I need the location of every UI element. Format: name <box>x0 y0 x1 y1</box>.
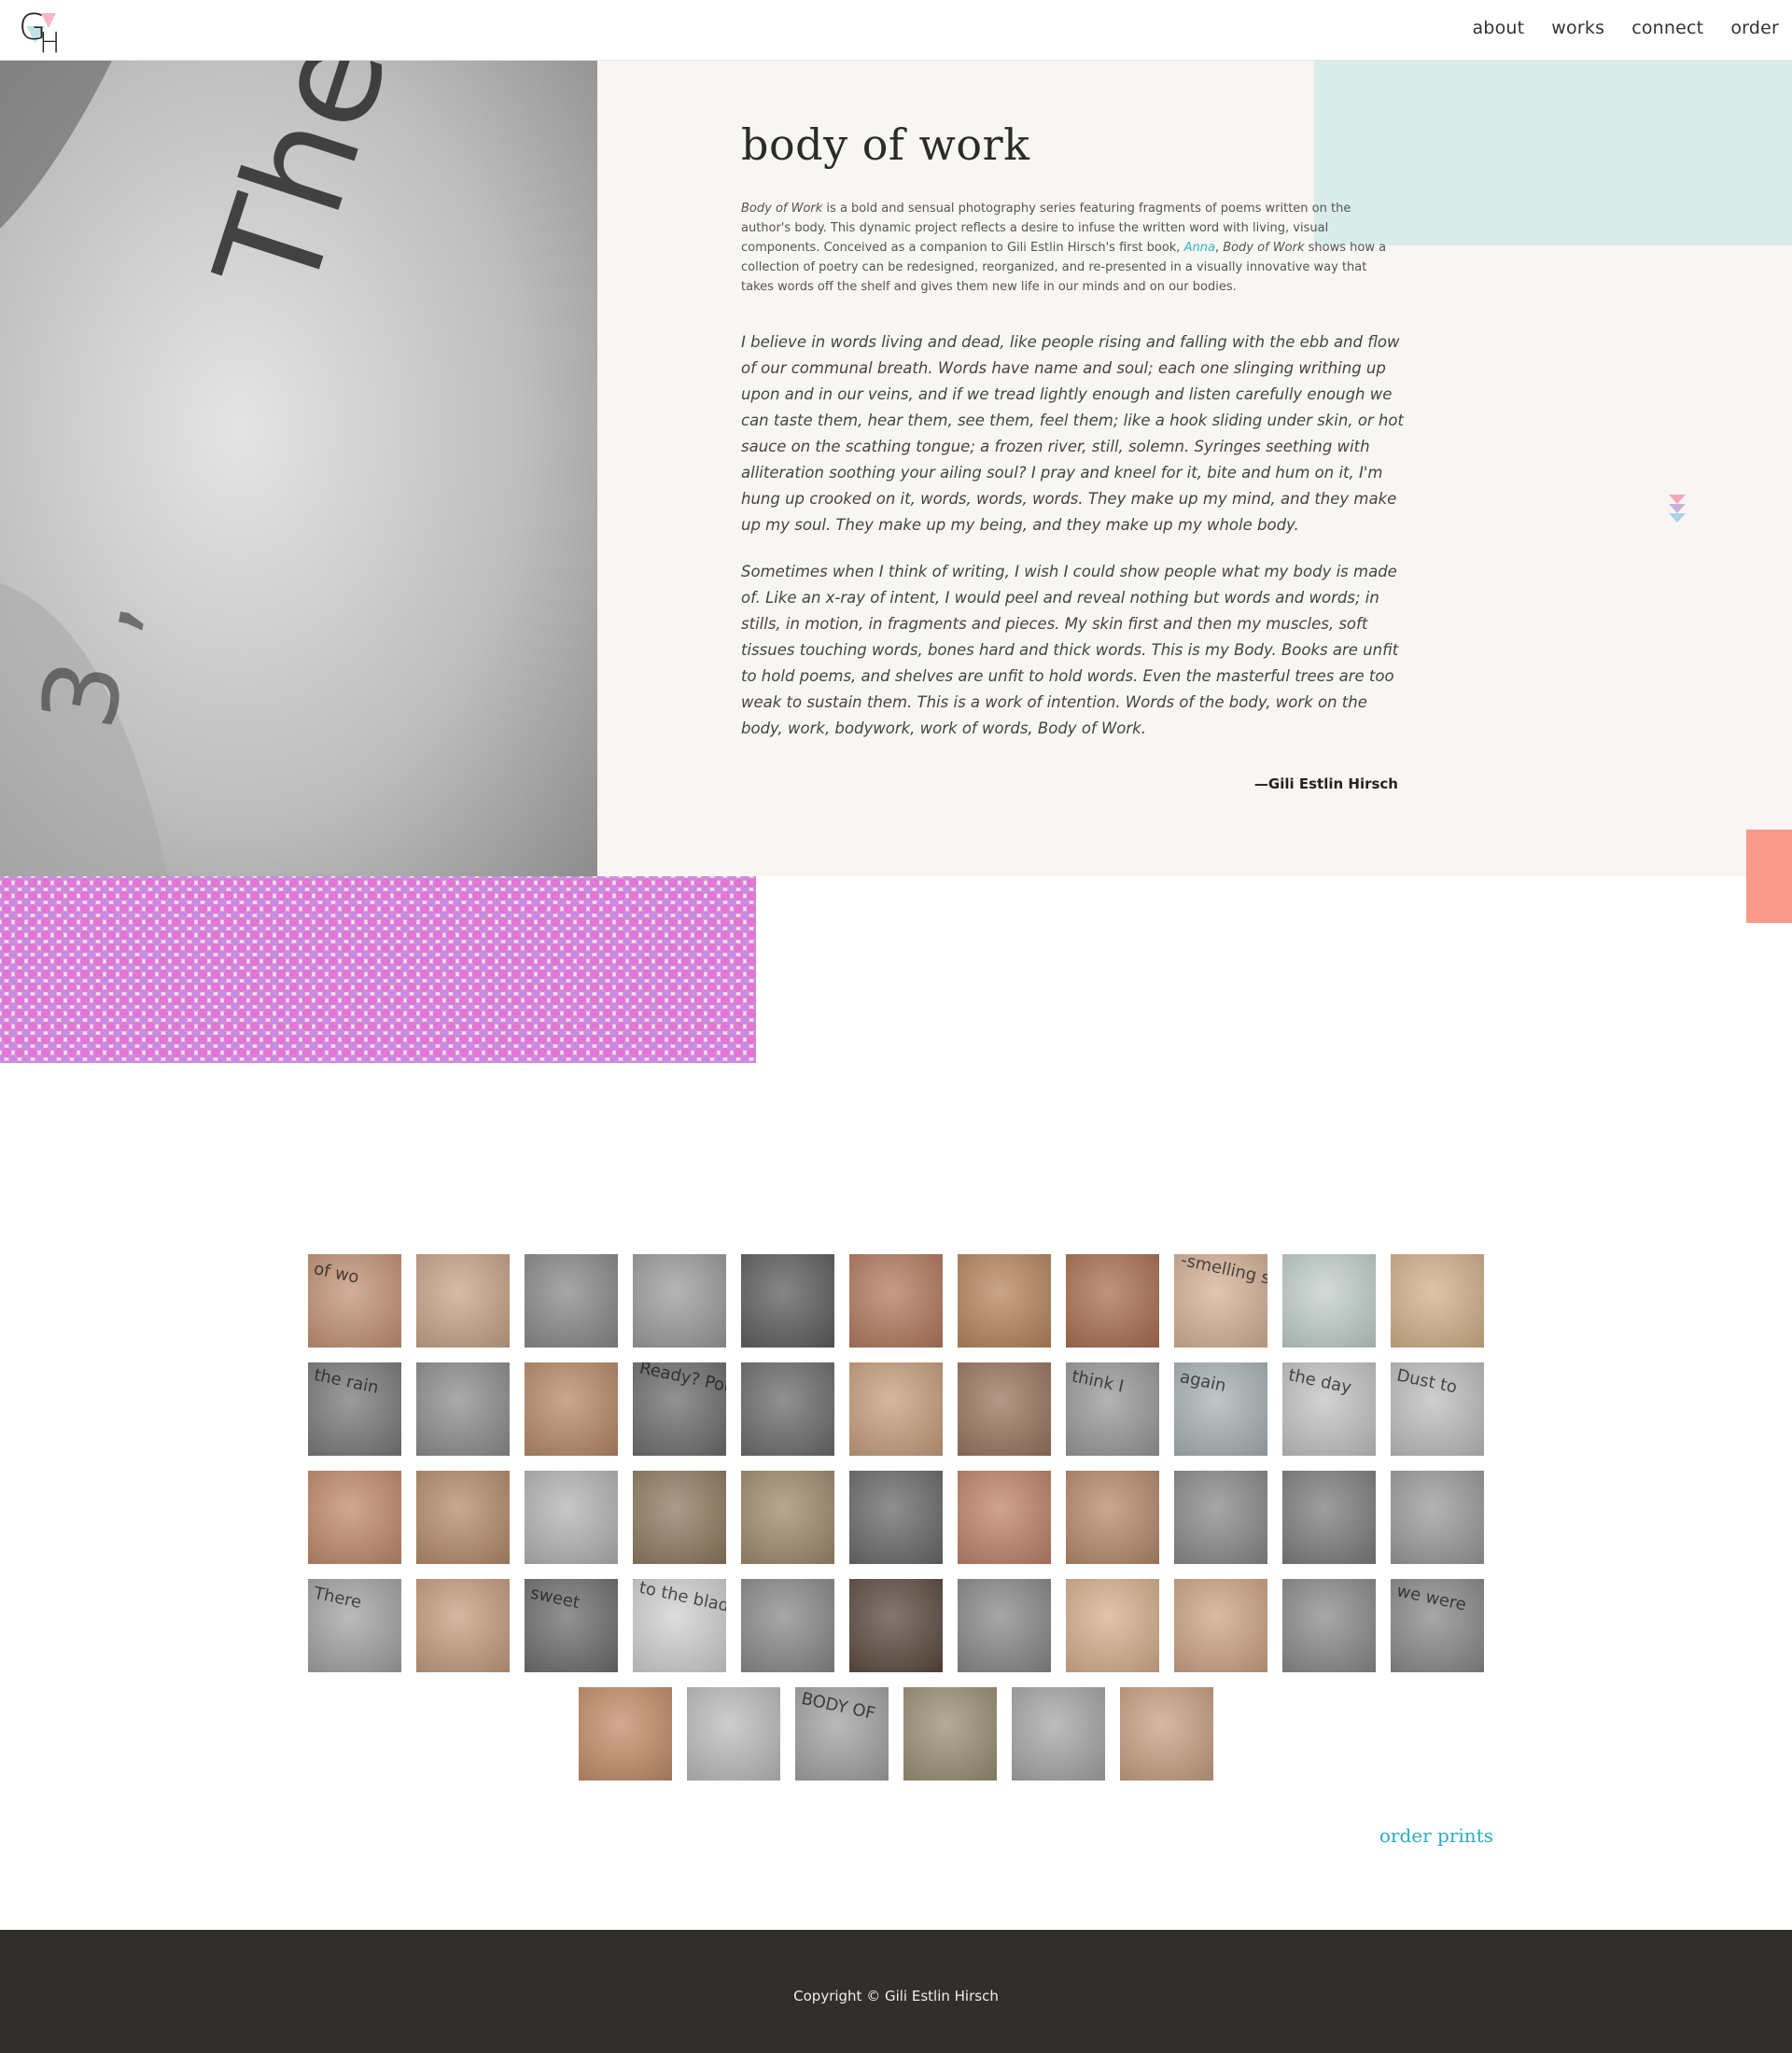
gallery-thumbnail[interactable] <box>633 1254 726 1348</box>
gallery-thumbnail[interactable] <box>741 1579 834 1672</box>
thumbnail-text: sweet <box>528 1583 581 1613</box>
gallery-thumbnail[interactable] <box>849 1579 943 1672</box>
gallery-thumbnail[interactable] <box>525 1362 618 1456</box>
gallery-thumbnail[interactable] <box>1066 1254 1159 1348</box>
gallery-thumbnail[interactable]: to the blade <box>633 1579 726 1672</box>
quote-paragraph-1: I believe in words living and dead, like… <box>741 333 1404 534</box>
gallery-thumbnail[interactable]: we were <box>1391 1579 1484 1672</box>
thumbnail-text: Ready? Pounce. <box>637 1362 726 1405</box>
gallery-row: BODY OF <box>0 1687 1792 1781</box>
main-nav: about works connect order <box>1472 18 1779 38</box>
intro-text: Body of Work is a bold and sensual photo… <box>741 199 1400 297</box>
gallery-thumbnail[interactable] <box>416 1579 510 1672</box>
scroll-down-icon[interactable] <box>1667 495 1687 524</box>
nav-connect[interactable]: connect <box>1631 18 1703 38</box>
quote-attribution: —Gili Estlin Hirsch <box>1253 775 1398 792</box>
gallery-thumbnail[interactable] <box>525 1254 618 1348</box>
gallery-thumbnail[interactable]: the rain <box>308 1362 401 1456</box>
gallery-thumbnail[interactable] <box>741 1362 834 1456</box>
svg-text:H: H <box>39 27 61 56</box>
site-header: G H about works connect order <box>0 0 1792 61</box>
site-footer: Copyright © Gili Estlin Hirsch <box>0 1930 1792 2053</box>
gallery-thumbnail[interactable] <box>1174 1579 1267 1672</box>
thumbnail-text: -smelling stone <box>1179 1254 1267 1297</box>
gallery-thumbnail[interactable] <box>1066 1579 1159 1672</box>
thumbnail-text: BODY OF <box>799 1688 877 1725</box>
gallery-thumbnail[interactable]: of wo <box>308 1254 401 1348</box>
gallery-thumbnail[interactable] <box>687 1687 780 1781</box>
gallery-thumbnail[interactable]: think I <box>1066 1362 1159 1456</box>
gallery-thumbnail[interactable]: again <box>1174 1362 1267 1456</box>
gallery-thumbnail[interactable] <box>579 1687 672 1781</box>
gallery-thumbnail[interactable] <box>849 1471 943 1564</box>
gallery-thumbnail[interactable] <box>958 1471 1051 1564</box>
gallery-thumbnail[interactable]: sweet <box>525 1579 618 1672</box>
gallery-thumbnail[interactable]: the day <box>1282 1362 1376 1456</box>
gallery-thumbnail[interactable] <box>958 1254 1051 1348</box>
gallery-row <box>0 1471 1792 1564</box>
thumbnail-text: Dust to <box>1394 1365 1459 1398</box>
intro-em-title: Body of Work <box>741 202 823 216</box>
nav-works[interactable]: works <box>1551 18 1604 38</box>
gallery-thumbnail[interactable] <box>741 1471 834 1564</box>
gallery-thumbnail[interactable] <box>1391 1254 1484 1348</box>
gallery-thumbnail[interactable]: Ready? Pounce. <box>633 1362 726 1456</box>
gallery-thumbnail[interactable] <box>1012 1687 1105 1781</box>
gallery-thumbnail[interactable] <box>308 1471 401 1564</box>
thumbnail-text: think I <box>1070 1366 1126 1397</box>
gallery-thumbnail[interactable] <box>1282 1579 1376 1672</box>
gallery-row: There sweet to the blade we were <box>0 1579 1792 1672</box>
nav-about[interactable]: about <box>1472 18 1524 38</box>
gallery-thumbnail[interactable] <box>1282 1471 1376 1564</box>
gallery-thumbnail[interactable] <box>849 1254 943 1348</box>
gallery-thumbnail[interactable] <box>903 1687 997 1781</box>
gallery-row: of wo -smelling stone <box>0 1254 1792 1348</box>
nav-order[interactable]: order <box>1730 18 1779 38</box>
gallery-thumbnail[interactable] <box>416 1362 510 1456</box>
gallery-row: the rain Ready? Pounce. think I again the da… <box>0 1362 1792 1456</box>
gallery-thumbnail[interactable] <box>1282 1254 1376 1348</box>
gallery-thumbnail[interactable] <box>849 1362 943 1456</box>
thumbnail-text: There <box>312 1583 364 1613</box>
svg-text:3 ,: 3 , <box>19 587 159 736</box>
gallery-thumbnail[interactable] <box>633 1471 726 1564</box>
gallery-thumbnail[interactable] <box>1391 1471 1484 1564</box>
thumbnail-text: again <box>1178 1367 1228 1396</box>
gallery-thumbnail[interactable] <box>1120 1687 1213 1781</box>
gallery-thumbnail[interactable] <box>416 1471 510 1564</box>
thumbnail-text: of wo <box>312 1259 361 1288</box>
quote-paragraph-2: Sometimes when I think of writing, I wis… <box>741 563 1399 737</box>
thumbnail-text: we were <box>1394 1581 1468 1615</box>
gallery-thumbnail[interactable]: There <box>308 1579 401 1672</box>
order-prints-link[interactable]: order prints <box>1379 1824 1493 1847</box>
gallery-thumbnail[interactable] <box>416 1254 510 1348</box>
anna-link[interactable]: Anna <box>1184 241 1215 255</box>
gallery-thumbnail[interactable] <box>958 1579 1051 1672</box>
hero-photo: The a sn si 3 , <box>0 61 597 876</box>
gallery-thumbnail[interactable]: -smelling stone <box>1174 1254 1267 1348</box>
thumbnail-text: the rain <box>312 1364 381 1399</box>
intro-part2: , <box>1214 241 1224 255</box>
photo-gallery: of wo -smelling stone the rain Ready? Pounc… <box>0 1254 1792 1795</box>
gallery-thumbnail[interactable] <box>1174 1471 1267 1564</box>
gallery-thumbnail[interactable] <box>1066 1471 1159 1564</box>
halftone-dot-pattern <box>0 876 756 1063</box>
gallery-thumbnail[interactable] <box>741 1254 834 1348</box>
page-title: body of work <box>741 119 1030 170</box>
copyright-text: Copyright © Gili Estlin Hirsch <box>793 1988 999 2004</box>
gallery-thumbnail[interactable]: Dust to <box>1391 1362 1484 1456</box>
gallery-thumbnail[interactable] <box>525 1471 618 1564</box>
gh-logo[interactable]: G H <box>19 6 71 60</box>
gallery-thumbnail[interactable] <box>958 1362 1051 1456</box>
thumbnail-text: the day <box>1286 1365 1353 1398</box>
thumbnail-text: to the blade <box>637 1579 726 1619</box>
gallery-thumbnail[interactable]: BODY OF <box>795 1687 889 1781</box>
intro-em-title2: Body of Work <box>1223 241 1305 255</box>
coral-side-tab[interactable] <box>1746 830 1792 923</box>
